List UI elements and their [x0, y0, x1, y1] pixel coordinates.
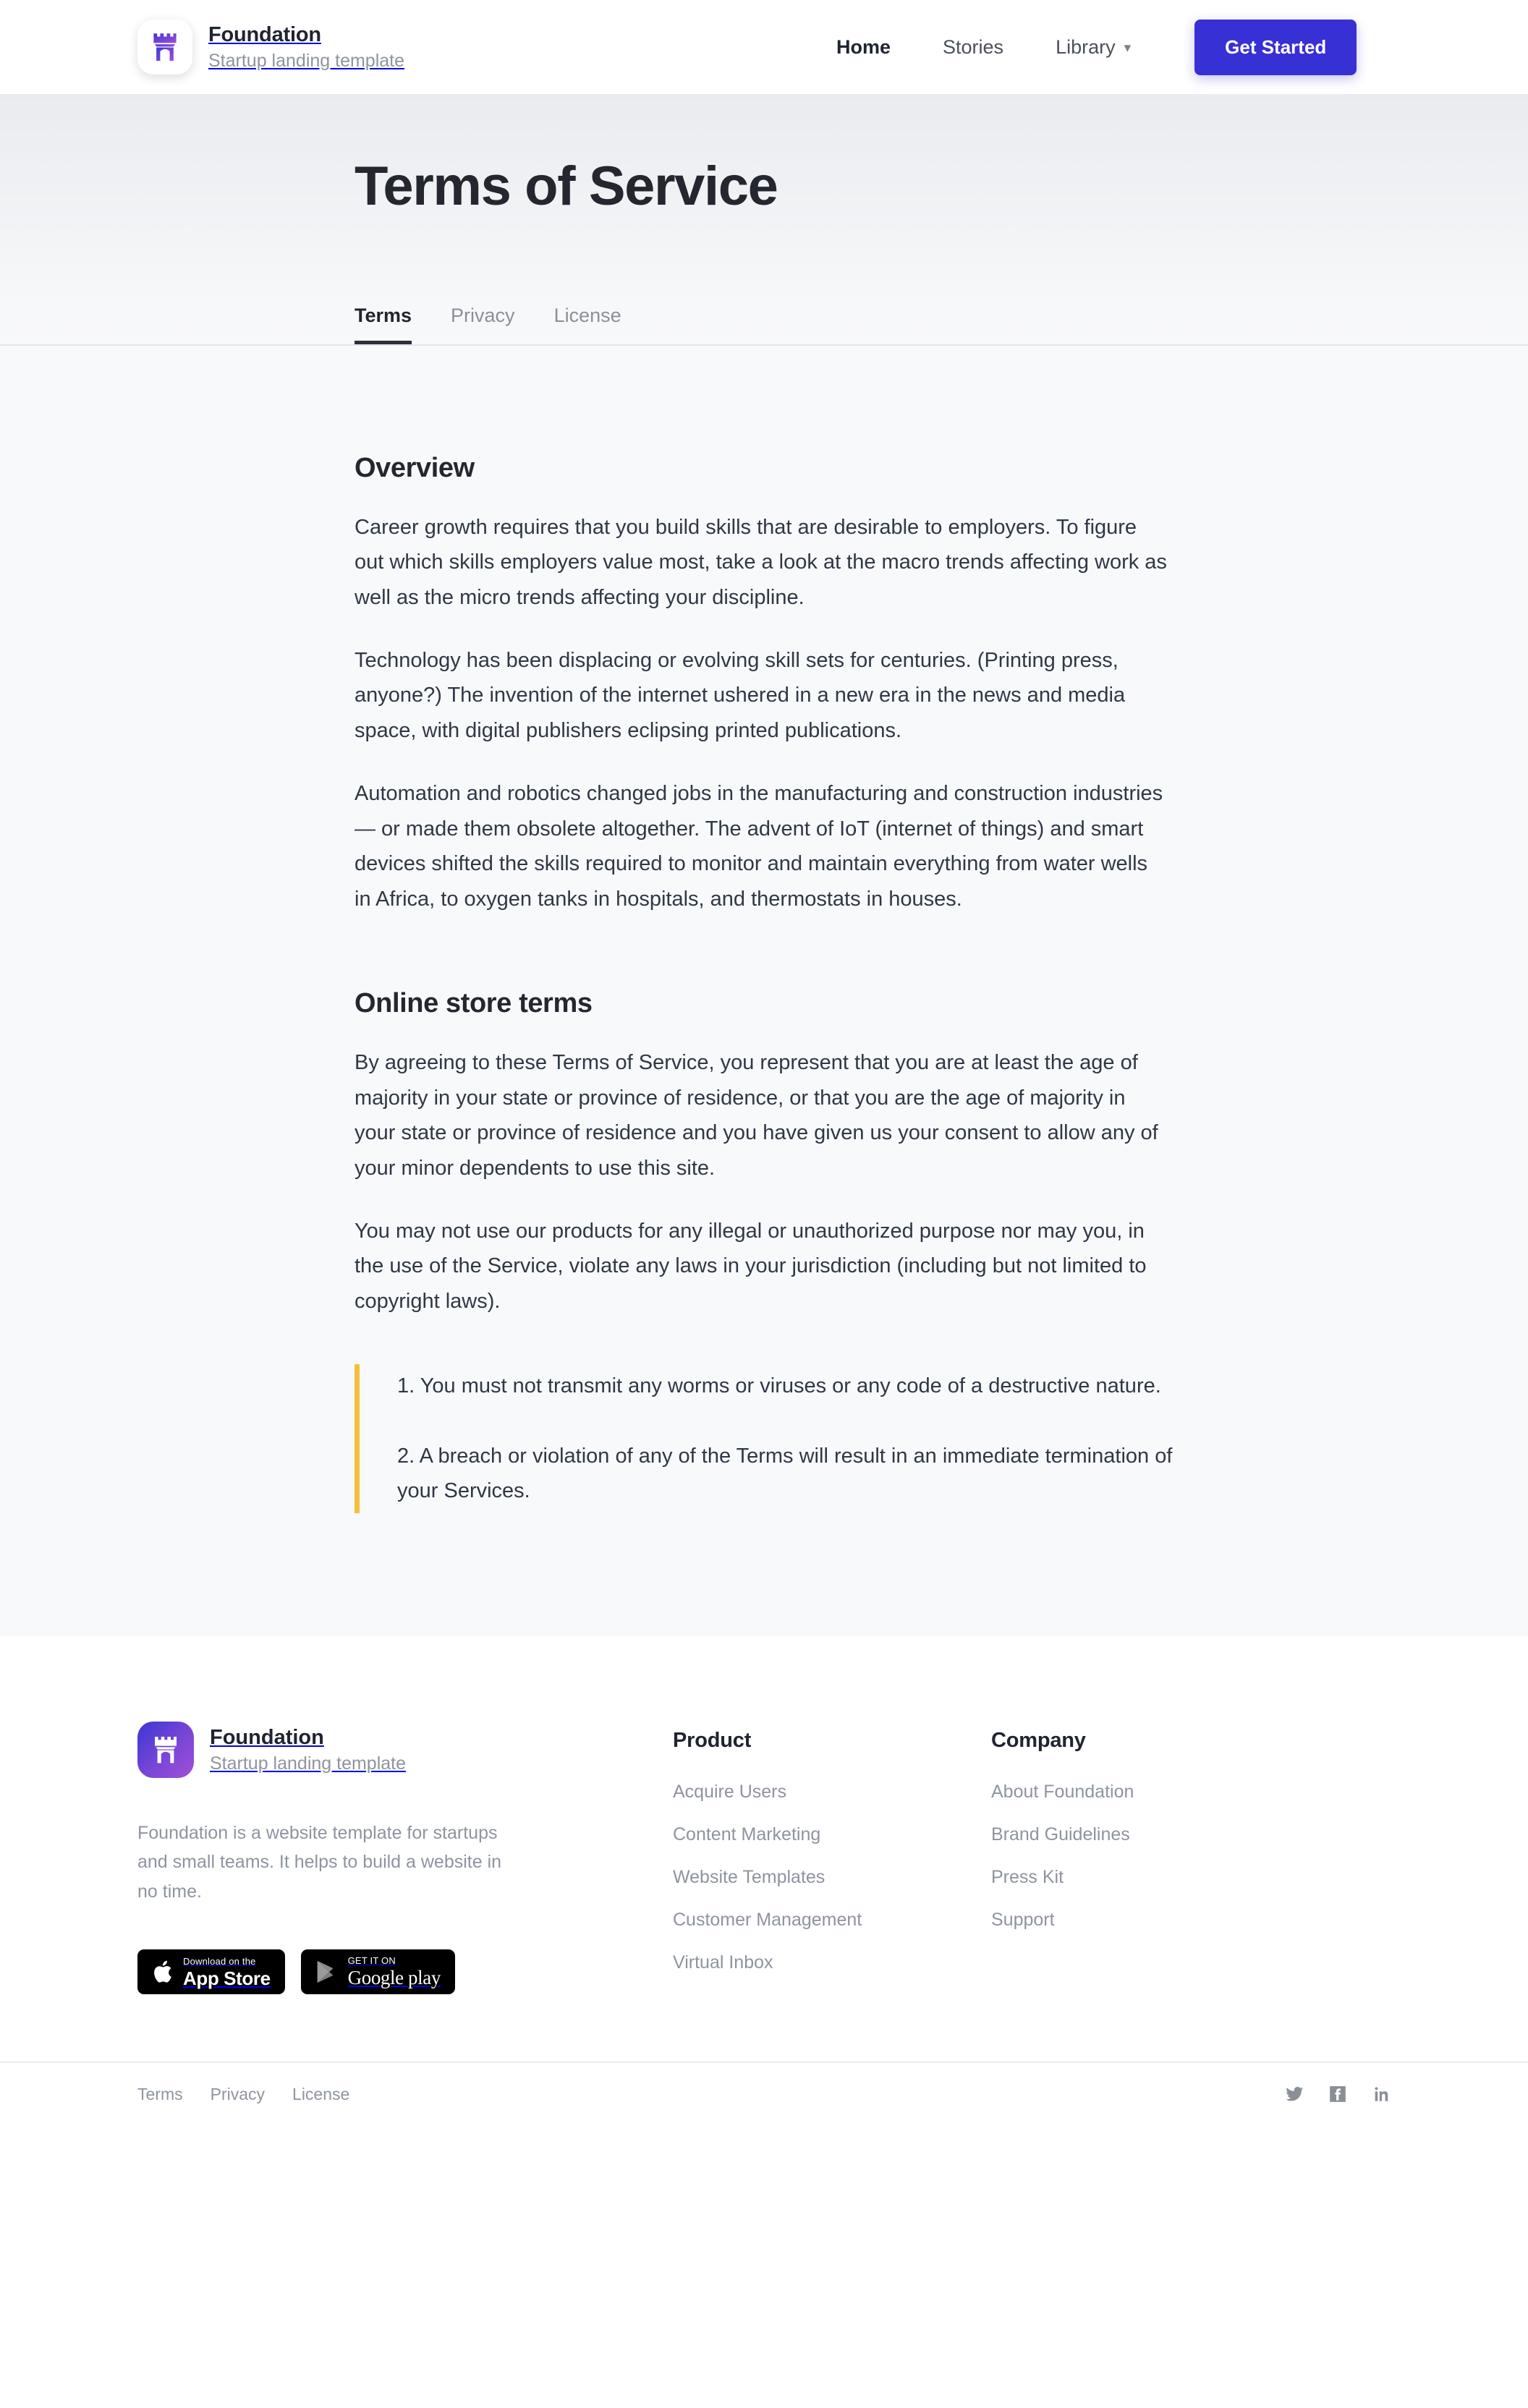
- footer-brand-text: Foundation Startup landing template: [210, 1724, 406, 1776]
- footer-column-product: Product Acquire Users Content Marketing …: [673, 1722, 991, 1995]
- footer-link-content-marketing[interactable]: Content Marketing: [673, 1824, 991, 1845]
- paragraph: Career growth requires that you build sk…: [355, 515, 1167, 610]
- brand-logo-link[interactable]: Foundation Startup landing template: [137, 20, 404, 75]
- app-store-badge[interactable]: Download on the App Store: [137, 1949, 285, 1995]
- app-store-badge-big: App Store: [183, 1967, 271, 1989]
- castle-gate-icon: [137, 20, 192, 75]
- primary-nav: Home Stories Library ▾ Get Started: [810, 0, 1357, 94]
- footer-link-virtual-inbox[interactable]: Virtual Inbox: [673, 1952, 991, 1973]
- footer-columns: Foundation Startup landing template Foun…: [0, 1721, 1528, 1995]
- brand-name: Foundation: [208, 23, 321, 47]
- footer-column-company: Company About Foundation Brand Guideline…: [991, 1722, 1310, 1995]
- footer-legal-terms[interactable]: Terms: [137, 2085, 183, 2104]
- footer-link-press-kit[interactable]: Press Kit: [991, 1867, 1310, 1888]
- footer-brand-name: Foundation: [210, 1725, 324, 1749]
- footer-legal-privacy[interactable]: Privacy: [211, 2085, 265, 2104]
- google-play-badge-text: GET IT ON Google play: [348, 1956, 441, 1988]
- footer-link-support[interactable]: Support: [991, 1910, 1310, 1931]
- footer-link-customer-management[interactable]: Customer Management: [673, 1910, 991, 1931]
- tab-privacy[interactable]: Privacy: [451, 305, 538, 344]
- footer-brand-tagline: Startup landing template: [210, 1753, 407, 1774]
- tab-terms[interactable]: Terms: [355, 305, 435, 344]
- page-title: Terms of Service: [355, 156, 778, 217]
- facebook-icon[interactable]: [1328, 2085, 1347, 2103]
- footer-link-website-templates[interactable]: Website Templates: [673, 1867, 991, 1888]
- get-started-button[interactable]: Get Started: [1194, 19, 1357, 75]
- footer-bottom-bar: Terms Privacy License: [0, 2061, 1528, 2126]
- footer-column-heading: Company: [991, 1728, 1086, 1752]
- footer-brand-link[interactable]: Foundation Startup landing template: [137, 1721, 673, 1778]
- app-store-badge-small: Download on the: [183, 1955, 256, 1967]
- app-store-badge-text: Download on the App Store: [183, 1957, 271, 1988]
- site-footer: Foundation Startup landing template Foun…: [0, 1635, 1528, 2126]
- brand-text: Foundation Startup landing template: [208, 22, 404, 72]
- hero-section: Terms of Service Terms Privacy License: [0, 94, 1528, 346]
- footer-description: Foundation is a website template for sta…: [137, 1822, 502, 1902]
- app-store-badges: Download on the App Store GET IT ON Goog…: [137, 1949, 673, 1995]
- blockquote-item: 1. You must not transmit any worms or vi…: [397, 1374, 1161, 1397]
- footer-link-brand-guidelines[interactable]: Brand Guidelines: [991, 1824, 1310, 1845]
- section-heading-online-store-terms: Online store terms: [355, 987, 593, 1018]
- terms-article: Overview Career growth requires that you…: [355, 453, 1179, 1513]
- twitter-icon[interactable]: [1285, 2085, 1304, 2103]
- google-play-icon: [317, 1961, 334, 1983]
- terms-blockquote: 1. You must not transmit any worms or vi…: [355, 1363, 1179, 1513]
- paragraph: By agreeing to these Terms of Service, y…: [355, 1050, 1158, 1180]
- nav-item-library-label: Library: [1056, 35, 1116, 58]
- footer-link-about-foundation[interactable]: About Foundation: [991, 1782, 1310, 1803]
- footer-legal-license[interactable]: License: [292, 2085, 349, 2104]
- footer-column-heading: Product: [673, 1728, 752, 1752]
- chevron-down-icon: ▾: [1124, 40, 1132, 56]
- footer-link-acquire-users[interactable]: Acquire Users: [673, 1782, 991, 1803]
- google-play-badge[interactable]: GET IT ON Google play: [300, 1949, 455, 1995]
- google-play-badge-small: GET IT ON: [347, 1955, 396, 1967]
- nav-item-stories[interactable]: Stories: [917, 36, 1030, 59]
- castle-gate-icon: [137, 1721, 194, 1778]
- paragraph: Automation and robotics changed jobs in …: [355, 781, 1163, 911]
- apple-icon: [154, 1961, 171, 1983]
- paragraph: Technology has been displacing or evolvi…: [355, 648, 1126, 743]
- section-heading-overview: Overview: [355, 452, 475, 483]
- blockquote-item: 2. A breach or violation of any of the T…: [397, 1444, 1173, 1503]
- footer-legal-links: Terms Privacy License: [137, 2085, 349, 2104]
- nav-item-home[interactable]: Home: [810, 36, 917, 59]
- nav-item-library[interactable]: Library ▾: [1030, 36, 1157, 59]
- linkedin-icon[interactable]: [1372, 2085, 1391, 2103]
- brand-tagline: Startup landing template: [208, 50, 405, 71]
- page-root: Foundation Startup landing template Home…: [0, 0, 1528, 2126]
- footer-brand-column: Foundation Startup landing template Foun…: [137, 1721, 673, 1995]
- doc-tabs: Terms Privacy License: [355, 286, 1528, 344]
- google-play-badge-big: Google play: [347, 1967, 441, 1989]
- main-content: Overview Career growth requires that you…: [0, 345, 1528, 1636]
- paragraph: You may not use our products for any ill…: [355, 1219, 1147, 1314]
- site-header: Foundation Startup landing template Home…: [0, 0, 1528, 94]
- tab-license[interactable]: License: [554, 305, 645, 344]
- footer-social-links: [1285, 2085, 1391, 2103]
